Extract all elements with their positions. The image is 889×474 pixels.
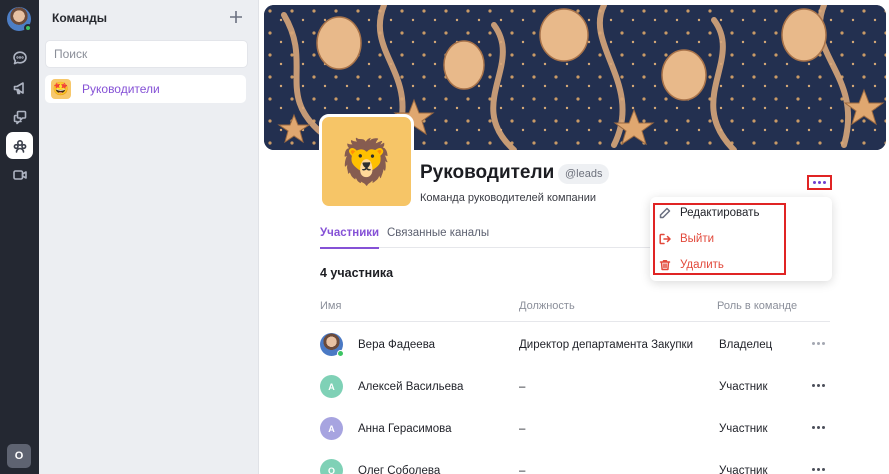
team-handle-badge: @leads xyxy=(558,164,610,184)
more-icon xyxy=(812,384,825,387)
plus-icon xyxy=(230,11,242,23)
megaphone-icon xyxy=(13,81,24,94)
column-header-name: Имя xyxy=(320,300,342,312)
table-row[interactable]: А Анна Герасимова – Участник xyxy=(320,408,830,450)
menu-item-exit[interactable]: Выйти xyxy=(659,229,714,249)
tab-linked-channels[interactable]: Связанные каналы xyxy=(387,227,489,239)
avatar: О xyxy=(320,459,343,474)
rail-calls-button[interactable] xyxy=(6,161,33,188)
rail-chats-button[interactable] xyxy=(6,44,33,71)
more-icon xyxy=(812,426,825,429)
rail-teams-button[interactable] xyxy=(6,132,33,159)
team-actions-menu: Редактировать Выйти Удалить xyxy=(650,197,832,281)
trash-icon xyxy=(659,260,671,271)
rail-channels-button[interactable] xyxy=(6,74,33,101)
row-more-button[interactable] xyxy=(812,342,825,345)
table-row[interactable]: О Олег Соболева – Участник xyxy=(320,450,830,474)
more-icon xyxy=(812,468,825,471)
team-description: Команда руководителей компании xyxy=(420,192,597,204)
menu-item-label: Удалить xyxy=(680,259,724,271)
user-avatar[interactable] xyxy=(7,7,32,32)
avatar: А xyxy=(320,375,343,398)
threads-icon xyxy=(13,110,26,124)
pencil-icon xyxy=(659,207,671,219)
app-rail: O xyxy=(0,0,39,474)
table-row[interactable]: Вера Фадеева Директор департамента Закуп… xyxy=(320,324,830,366)
add-team-button[interactable] xyxy=(227,8,245,26)
team-more-button[interactable] xyxy=(807,175,832,190)
menu-item-label: Выйти xyxy=(680,233,715,245)
member-role: Владелец xyxy=(719,339,773,351)
video-icon xyxy=(12,169,27,180)
chat-icon xyxy=(12,50,27,64)
member-position: Директор департамента Закупки xyxy=(519,339,694,351)
members-count: 4 участника xyxy=(320,266,394,280)
row-more-button[interactable] xyxy=(812,426,825,429)
member-name: Анна Герасимова xyxy=(358,423,452,435)
row-more-button[interactable] xyxy=(812,468,825,471)
members-table-header: Имя Должность Роль в команде xyxy=(320,300,830,322)
more-icon xyxy=(812,342,825,345)
logout-icon xyxy=(659,233,671,245)
column-header-role: Роль в команде xyxy=(717,300,798,312)
avatar xyxy=(320,333,344,357)
member-role: Участник xyxy=(719,465,768,474)
member-position: – xyxy=(519,465,526,474)
member-position: – xyxy=(519,381,526,393)
tab-members[interactable]: Участники xyxy=(320,227,380,249)
menu-item-delete[interactable]: Удалить xyxy=(659,255,724,275)
online-indicator xyxy=(337,350,344,357)
member-name: Алексей Васильева xyxy=(358,381,464,393)
team-name: Руководители xyxy=(420,162,555,183)
workspace-tile[interactable]: O xyxy=(7,444,31,468)
column-header-position: Должность xyxy=(519,300,575,312)
teams-icon xyxy=(13,139,26,153)
avatar: А xyxy=(320,417,343,440)
table-row[interactable]: А Алексей Васильева – Участник xyxy=(320,366,830,408)
member-role: Участник xyxy=(719,381,768,393)
menu-item-edit[interactable]: Редактировать xyxy=(659,203,759,223)
search-input[interactable] xyxy=(45,40,248,68)
member-name: Вера Фадеева xyxy=(358,339,436,351)
menu-item-label: Редактировать xyxy=(680,207,760,219)
member-name: Олег Соболева xyxy=(358,465,441,474)
row-more-button[interactable] xyxy=(812,384,825,387)
team-emoji-icon: 🤩 xyxy=(51,79,71,99)
teams-sidebar: Команды 🤩 Руководители xyxy=(39,0,259,474)
team-avatar[interactable]: 🦁 xyxy=(319,114,414,209)
online-indicator xyxy=(24,24,32,32)
sidebar-item-leads[interactable]: 🤩 Руководители xyxy=(45,75,246,103)
more-icon xyxy=(813,181,826,184)
rail-threads-button[interactable] xyxy=(6,103,33,130)
sidebar-title: Команды xyxy=(52,11,108,25)
sidebar-item-label: Руководители xyxy=(82,82,160,96)
member-position: – xyxy=(519,423,526,435)
member-role: Участник xyxy=(719,423,768,435)
